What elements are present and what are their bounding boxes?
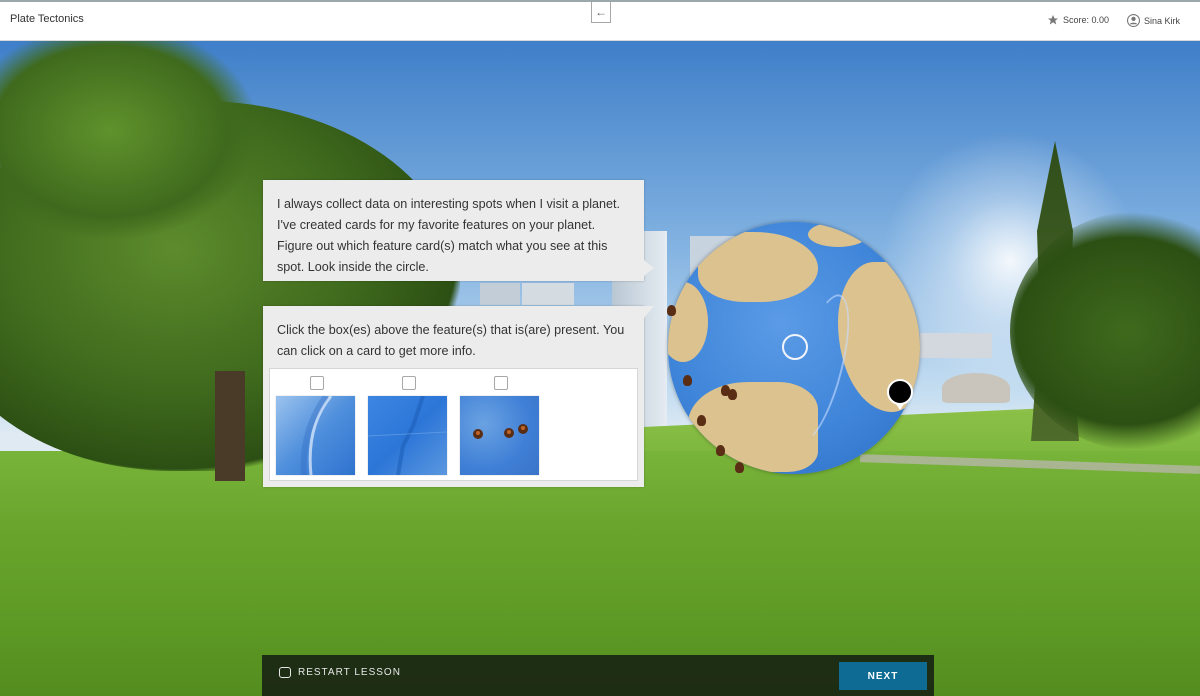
user-circle-icon [1127, 14, 1140, 27]
volcano-marker [697, 415, 706, 426]
user-menu[interactable]: Sina Kirk [1127, 14, 1180, 27]
building [480, 283, 520, 305]
restart-lesson-button[interactable]: RESTART LESSON [279, 667, 401, 678]
volcano-chain-feature-card[interactable] [460, 396, 539, 475]
restart-icon [279, 667, 291, 678]
arrow-left-icon: ← [595, 5, 607, 19]
intro-text: I always collect data on interesting spo… [277, 197, 621, 274]
instruction-bubble: Click the box(es) above the feature(s) t… [263, 306, 654, 487]
user-name: Sina Kirk [1144, 15, 1181, 26]
tree-trunk [215, 371, 245, 481]
next-label: NEXT [867, 670, 899, 682]
back-button[interactable]: ← [591, 2, 611, 23]
continent [698, 232, 818, 302]
volcano-marker [735, 462, 744, 473]
bottom-bar: RESTART LESSON NEXT [262, 655, 934, 696]
continent [808, 222, 868, 247]
score-display: Score: 0.00 [1047, 14, 1109, 26]
restart-label: RESTART LESSON [298, 667, 401, 678]
score-label: Score: 0.00 [1063, 15, 1110, 25]
intro-bubble: I always collect data on interesting spo… [263, 180, 654, 281]
feature-cards [269, 368, 638, 481]
top-bar: Plate Tectonics ← Score: 0.00 Sina Kirk [0, 0, 1200, 41]
instruction-text: Click the box(es) above the feature(s) t… [277, 323, 625, 358]
rock-sculpture [942, 373, 1010, 403]
building [920, 333, 992, 358]
target-circle [782, 334, 808, 360]
location-pin[interactable] [887, 379, 913, 410]
ridge-feature-card[interactable] [368, 396, 447, 475]
app-title: Plate Tectonics [10, 13, 84, 25]
building [522, 283, 574, 305]
trench-feature-card[interactable] [276, 396, 355, 475]
volcano-marker [683, 375, 692, 386]
next-button[interactable]: NEXT [839, 662, 927, 690]
card-checkbox[interactable] [310, 376, 324, 390]
card-checkbox[interactable] [494, 376, 508, 390]
card-checkbox[interactable] [402, 376, 416, 390]
volcano-marker [728, 389, 737, 400]
volcano-marker [667, 305, 676, 316]
volcano-marker [716, 445, 725, 456]
star-icon [1048, 15, 1058, 25]
continent [668, 282, 708, 362]
